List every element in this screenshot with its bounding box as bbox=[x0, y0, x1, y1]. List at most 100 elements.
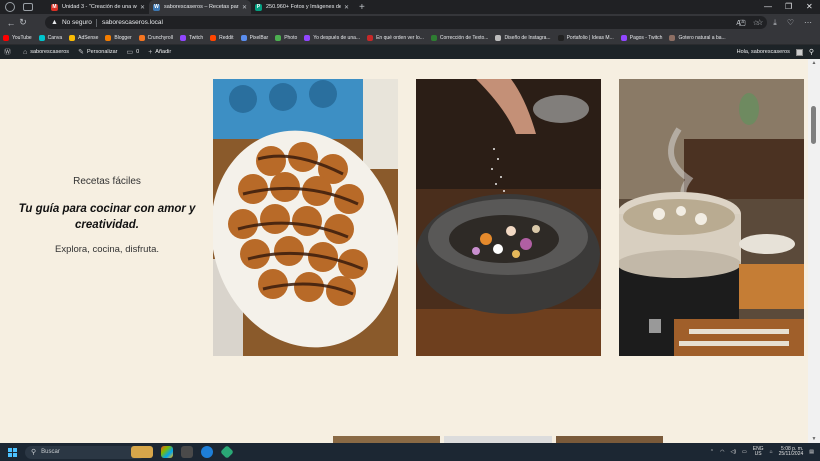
clock-date: 25/11/2024 bbox=[778, 451, 804, 457]
bookmark-label: Photo bbox=[284, 34, 298, 41]
url-text[interactable]: saborescaseros.local bbox=[102, 19, 163, 26]
tab-1[interactable]: Wsaborescaseros – Recetas para co✕ bbox=[149, 0, 251, 14]
bookmark-item[interactable]: Blogger bbox=[105, 34, 132, 41]
search-icon: ⚲ bbox=[31, 449, 37, 456]
bookmark-favicon-icon bbox=[304, 34, 311, 41]
bookmark-label: Crunchyroll bbox=[147, 34, 173, 41]
admin-greeting[interactable]: Hola, saborescaseros bbox=[737, 49, 790, 55]
hero-tagline: Tu guía para cocinar con amor y creativi… bbox=[18, 203, 196, 231]
taskbar-clock[interactable]: 5:08 p. m. 25/11/2024 bbox=[778, 446, 804, 458]
tab-0[interactable]: M Unidad 3 - "Creación de una web ✕ bbox=[47, 0, 149, 14]
bookmark-item[interactable]: YouTube bbox=[3, 34, 32, 41]
bookmark-favicon-icon bbox=[367, 34, 374, 41]
bookmark-favicon-icon bbox=[240, 34, 247, 41]
language-indicator[interactable]: ENG US bbox=[753, 446, 764, 458]
start-icon[interactable] bbox=[8, 447, 17, 457]
battery-icon[interactable]: ▭ bbox=[742, 449, 747, 455]
bookmark-item[interactable]: Canva bbox=[38, 34, 63, 41]
hero-kicker: Recetas fáciles bbox=[73, 176, 141, 187]
bookmark-item[interactable]: Diseño de Instagra... bbox=[495, 34, 551, 41]
bookmark-item[interactable]: AdSense bbox=[69, 34, 99, 41]
local-wp-icon[interactable] bbox=[220, 445, 234, 459]
hero-subline: Explora, cocina, disfruta. bbox=[54, 244, 160, 255]
bookmark-item[interactable]: Photo bbox=[275, 34, 298, 41]
downloads-icon[interactable]: ⤓ bbox=[773, 18, 777, 28]
bookmark-label: Blogger bbox=[114, 34, 132, 41]
maximize-icon[interactable]: ❐ bbox=[785, 0, 792, 14]
tab-close-icon[interactable]: ✕ bbox=[242, 4, 247, 11]
bookmark-favicon-icon bbox=[138, 34, 145, 41]
comments-link[interactable]: ▭ 0 bbox=[127, 48, 140, 56]
bookmark-label: Corrección de Texto... bbox=[439, 34, 489, 41]
system-tray: ⌃ ◠ ◁) ▭ ENG US ⌂ 5:08 p. m. 25/11/2024 … bbox=[710, 443, 814, 461]
admin-search-icon[interactable]: ⚲ bbox=[809, 48, 814, 56]
bookmark-item[interactable]: Twitch bbox=[179, 34, 203, 41]
comment-icon: ▭ bbox=[126, 49, 134, 56]
tab-close-icon[interactable]: ✕ bbox=[140, 4, 145, 11]
tab-favicon-icon: M bbox=[51, 3, 58, 11]
bookmark-label: Gotero natural a ba... bbox=[678, 34, 726, 41]
bookmark-label: Canva bbox=[47, 34, 63, 41]
bookmark-item[interactable]: Pagos - Twitch bbox=[620, 34, 662, 41]
hero-image-hot-pot bbox=[619, 79, 804, 356]
hero-text-block: Recetas fáciles Tu guía para cocinar con… bbox=[12, 176, 202, 255]
minimize-icon[interactable]: — bbox=[764, 0, 772, 14]
plus-icon: + bbox=[148, 48, 153, 56]
page-scrollbar[interactable]: ▲ ▼ bbox=[808, 59, 820, 443]
home-icon: ⌂ bbox=[23, 48, 28, 56]
bookmark-label: AdSense bbox=[78, 34, 99, 41]
new-tab-button[interactable]: + bbox=[359, 2, 365, 13]
bookmark-item[interactable]: En qué orden ver lo... bbox=[367, 34, 424, 41]
bookmark-favicon-icon bbox=[3, 34, 9, 41]
bookmark-item[interactable]: Reddit bbox=[210, 34, 234, 41]
bookmark-item[interactable]: Portafolio | Ideas M... bbox=[557, 34, 614, 41]
scroll-down-icon[interactable]: ▼ bbox=[808, 436, 820, 442]
extensions-icon[interactable]: ♡ bbox=[787, 18, 794, 27]
taskbar-search-placeholder: Buscar bbox=[41, 449, 60, 455]
favorites-icon[interactable]: ☆ bbox=[756, 18, 763, 27]
tab-2[interactable]: P 250.960+ Fotos y Imágenes de S ✕ bbox=[251, 0, 353, 14]
browser-menu-icon[interactable]: ⋯ bbox=[804, 18, 812, 27]
copilot-icon[interactable] bbox=[161, 446, 173, 458]
bookmark-favicon-icon bbox=[210, 34, 217, 41]
security-label[interactable]: No seguro bbox=[62, 19, 92, 26]
bookmark-item[interactable]: PixelBar bbox=[240, 34, 268, 41]
tab-title: Unidad 3 - "Creación de una web bbox=[62, 4, 137, 10]
tab-actions-icon[interactable] bbox=[23, 3, 33, 11]
avatar[interactable] bbox=[795, 48, 803, 56]
scrollbar-thumb[interactable] bbox=[811, 106, 816, 144]
bookmark-item[interactable]: Yo después de una... bbox=[304, 34, 360, 41]
add-new-link[interactable]: + Añadir bbox=[148, 49, 171, 56]
tab-close-icon[interactable]: ✕ bbox=[344, 4, 349, 11]
tab-title: 250.960+ Fotos y Imágenes de S bbox=[266, 4, 341, 10]
split-screen-icon[interactable]: ▢ bbox=[739, 18, 747, 27]
next-section-image-2 bbox=[444, 436, 552, 443]
bookmark-item[interactable]: Gotero natural a ba... bbox=[669, 34, 726, 41]
wifi-icon[interactable]: ◠ bbox=[720, 449, 724, 455]
bookmark-favicon-icon bbox=[495, 34, 502, 41]
volume-icon[interactable]: ◁) bbox=[730, 449, 736, 455]
browser-toolbar: ← ↻ ▲ No seguro saborescaseros.local Aᐞ … bbox=[0, 14, 820, 31]
bookmark-label: YouTube bbox=[12, 34, 32, 41]
bookmark-favicon-icon bbox=[430, 34, 437, 41]
tab-list: M Unidad 3 - "Creación de una web ✕ Wsabore… bbox=[47, 0, 353, 14]
profile-icon[interactable] bbox=[5, 2, 15, 12]
taskbar-search[interactable]: ⚲ Buscar bbox=[25, 445, 145, 459]
tray-overflow-icon[interactable]: ⌃ bbox=[710, 449, 714, 455]
reload-icon[interactable]: ↻ bbox=[16, 17, 30, 28]
close-window-icon[interactable]: ✕ bbox=[806, 0, 813, 14]
tab-title: saborescaseros – Recetas para co bbox=[164, 4, 239, 10]
task-view-icon[interactable] bbox=[181, 446, 193, 458]
wordpress-logo-icon[interactable]: Ⓦ bbox=[4, 47, 14, 57]
admin-site-link[interactable]: ⌂ saborescaseros bbox=[23, 49, 69, 56]
scroll-up-icon[interactable]: ▲ bbox=[808, 60, 820, 66]
notifications-icon[interactable]: ▤ bbox=[809, 449, 814, 455]
address-bar[interactable]: ▲ No seguro saborescaseros.local Aᐞ ☆ bbox=[45, 16, 767, 29]
network-icon[interactable]: ⌂ bbox=[770, 449, 773, 455]
bookmark-item[interactable]: Crunchyroll bbox=[138, 34, 173, 41]
bookmark-favicon-icon bbox=[69, 34, 76, 41]
bookmark-item[interactable]: Corrección de Texto... bbox=[430, 34, 489, 41]
customize-link[interactable]: ✎ Personalizar bbox=[78, 48, 117, 56]
edge-icon[interactable] bbox=[201, 446, 213, 458]
search-highlight-icon[interactable] bbox=[131, 446, 153, 458]
